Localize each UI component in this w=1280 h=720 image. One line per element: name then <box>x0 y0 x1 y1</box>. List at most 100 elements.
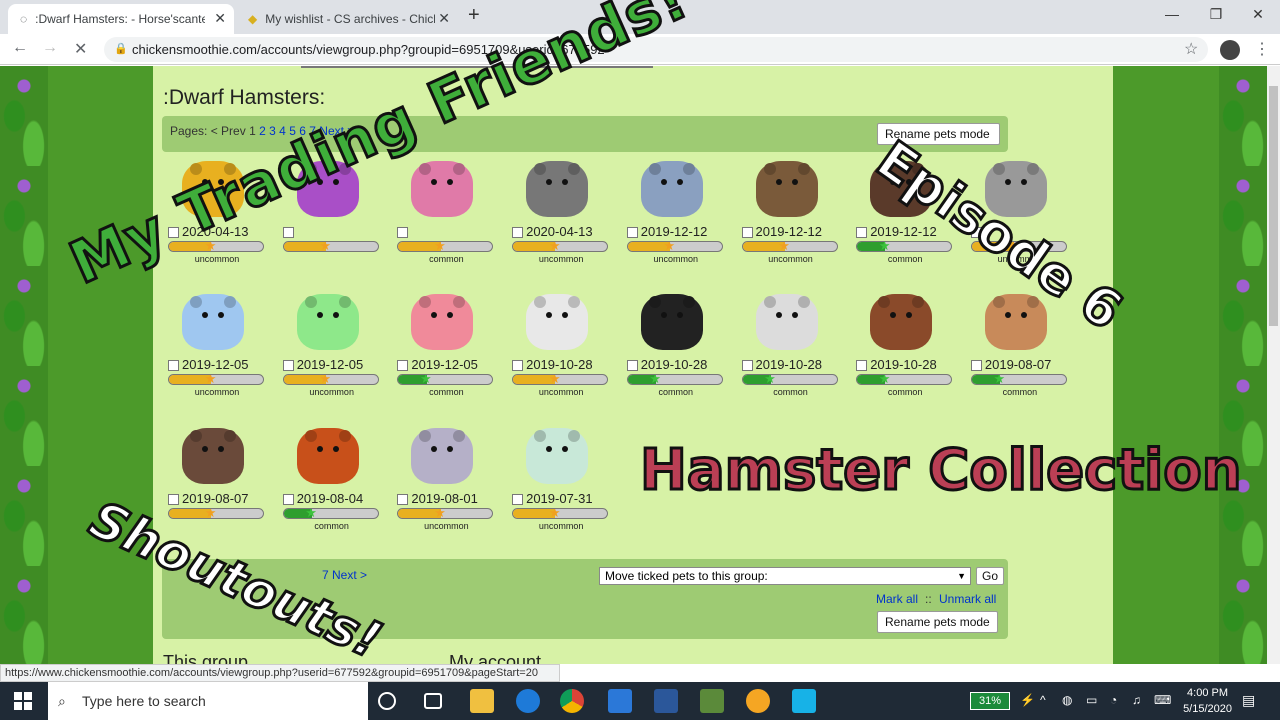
avatar[interactable] <box>1220 40 1240 60</box>
footer-my-account[interactable]: My account <box>449 652 541 664</box>
pet-date: 2019-12-12 <box>870 224 937 239</box>
pet-checkbox[interactable] <box>512 494 524 505</box>
next-link[interactable]: 7 Next > <box>322 568 367 582</box>
pet-checkbox[interactable] <box>856 227 868 238</box>
star-icon[interactable]: ☆ <box>1184 39 1198 59</box>
hamster-pet-image[interactable] <box>640 294 703 350</box>
hamster-pet-image[interactable] <box>411 161 474 217</box>
pet-card[interactable]: 2019-07-31 ★ uncommon <box>506 428 609 546</box>
pet-card[interactable]: 2019-08-07 ★ common <box>965 294 1067 412</box>
pet-card[interactable]: 2020-04-13 ★ uncommon <box>506 161 609 279</box>
pet-checkbox[interactable] <box>741 360 753 371</box>
notification-icon[interactable]: ▤ <box>1242 692 1255 709</box>
windows-icon[interactable] <box>14 692 32 710</box>
battery-indicator[interactable]: 31% <box>970 692 1010 710</box>
pet-checkbox[interactable] <box>168 360 179 371</box>
prev-link[interactable]: < Prev <box>211 124 246 138</box>
close-icon[interactable]: ✕ <box>438 10 450 27</box>
pet-checkbox[interactable] <box>282 494 294 505</box>
hamster-pet-image[interactable] <box>182 294 244 350</box>
wifi-icon[interactable]: ◔ <box>1110 693 1117 707</box>
menu-icon[interactable]: ⋮ <box>1254 39 1270 59</box>
pet-checkbox[interactable] <box>626 360 638 371</box>
hamster-pet-image[interactable] <box>984 294 1047 350</box>
mark-all-link[interactable]: Mark all <box>876 592 918 606</box>
pet-card[interactable]: 2019-10-28 ★ common <box>850 294 953 412</box>
pet-checkbox[interactable] <box>856 360 868 371</box>
pet-card[interactable]: 2019-10-28 ★ uncommon <box>506 294 609 412</box>
move-group-select[interactable]: Move ticked pets to this group: ▼ <box>599 567 971 585</box>
hamster-pet-image[interactable] <box>526 428 589 484</box>
rarity-label: common <box>773 387 808 397</box>
back-icon[interactable]: ← <box>12 39 28 57</box>
pet-date: 2019-12-05 <box>411 357 478 372</box>
pet-card[interactable]: ★ common <box>391 161 494 279</box>
mail-icon[interactable] <box>608 689 632 713</box>
app-icon[interactable] <box>746 689 770 713</box>
footer-this-group[interactable]: This group <box>163 652 248 664</box>
chevron-up-icon[interactable]: ^ <box>1040 693 1046 707</box>
pet-card[interactable]: 2019-12-05 ★ uncommon <box>162 294 264 412</box>
pet-checkbox[interactable] <box>512 227 524 238</box>
go-button[interactable]: Go <box>976 567 1005 585</box>
hamster-pet-image[interactable] <box>296 428 359 484</box>
pet-card[interactable]: 2019-10-28 ★ common <box>736 294 838 412</box>
minecraft-icon[interactable] <box>700 689 724 713</box>
pet-checkbox[interactable] <box>168 494 179 505</box>
page-link[interactable]: 3 <box>269 124 276 138</box>
minimize-button[interactable]: — <box>1152 4 1192 26</box>
pet-checkbox[interactable] <box>397 360 409 371</box>
new-tab-button[interactable]: + <box>468 4 480 27</box>
reload-icon[interactable]: ✕ <box>74 39 87 59</box>
hamster-pet-image[interactable] <box>870 294 933 350</box>
close-window-button[interactable]: ✕ <box>1238 4 1278 26</box>
unmark-all-link[interactable]: Unmark all <box>939 592 996 606</box>
pet-checkbox[interactable] <box>282 360 294 371</box>
file-explorer-icon[interactable] <box>470 689 494 713</box>
maximize-button[interactable]: ❐ <box>1196 4 1236 26</box>
tab-wishlist[interactable]: ◆ My wishlist - CS archives - Chicke ✕ <box>236 4 458 34</box>
tab-dwarf-hamsters[interactable]: ◌ :Dwarf Hamsters: - Horse'scanter ✕ <box>8 4 234 34</box>
pet-card[interactable]: 2019-10-28 ★ common <box>621 294 723 412</box>
network-icon[interactable]: ◍ <box>1062 693 1072 707</box>
word-icon[interactable] <box>654 689 678 713</box>
pet-checkbox[interactable] <box>397 494 409 505</box>
kodi-icon[interactable] <box>792 689 816 713</box>
pet-checkbox[interactable] <box>626 227 638 238</box>
pet-card[interactable]: 2019-12-12 ★ uncommon <box>621 161 723 279</box>
hamster-pet-image[interactable] <box>411 294 474 350</box>
pet-checkbox[interactable] <box>282 227 294 238</box>
scrollbar-thumb[interactable] <box>1269 86 1278 326</box>
hamster-pet-image[interactable] <box>526 294 589 350</box>
hamster-pet-image[interactable] <box>411 428 474 484</box>
rename-pets-button-bottom[interactable]: Rename pets mode <box>877 611 998 633</box>
pet-card[interactable]: 2019-12-12 ★ uncommon <box>736 161 838 279</box>
hamster-pet-image[interactable] <box>182 428 244 484</box>
pet-card[interactable]: 2019-12-05 ★ uncommon <box>277 294 379 412</box>
chrome-icon[interactable] <box>560 689 584 713</box>
keyboard-icon[interactable]: ⌨ <box>1154 693 1171 707</box>
pet-card[interactable]: 2019-08-01 ★ uncommon <box>391 428 494 546</box>
clock[interactable]: 4:00 PM 5/15/2020 <box>1183 685 1232 717</box>
hamster-pet-image[interactable] <box>526 161 589 217</box>
hamster-pet-image[interactable] <box>296 294 359 350</box>
pet-checkbox[interactable] <box>970 360 982 371</box>
scrollbar[interactable] <box>1267 66 1280 664</box>
pet-checkbox[interactable] <box>397 227 409 238</box>
page-link[interactable]: 2 <box>259 124 266 138</box>
cortana-icon[interactable] <box>378 692 396 710</box>
forward-icon[interactable]: → <box>42 39 58 57</box>
taskbar-search-input[interactable]: ⌕ Type here to search <box>48 682 368 720</box>
hamster-pet-image[interactable] <box>755 294 818 350</box>
task-view-icon[interactable] <box>424 693 442 709</box>
hamster-pet-image[interactable] <box>755 161 818 217</box>
close-icon[interactable]: ✕ <box>214 10 226 27</box>
pet-card[interactable]: 2019-12-05 ★ common <box>391 294 494 412</box>
volume-icon[interactable]: ♫ <box>1132 693 1141 707</box>
hamster-pet-image[interactable] <box>640 161 703 217</box>
pet-checkbox[interactable] <box>512 360 524 371</box>
pet-checkbox[interactable] <box>741 227 753 238</box>
pet-card[interactable]: 2019-08-04 ★ common <box>277 428 379 546</box>
edge-icon[interactable] <box>516 689 540 713</box>
display-icon[interactable]: ▭ <box>1086 693 1097 707</box>
